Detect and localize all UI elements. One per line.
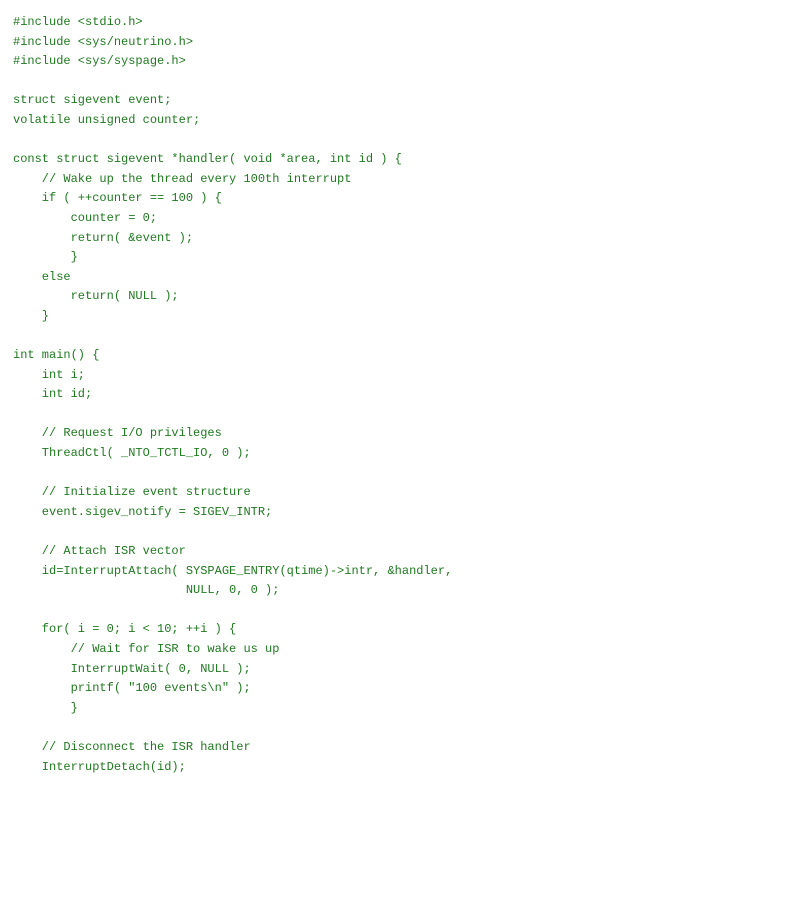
code-line-comment: // Wait for ISR to wake us up xyxy=(13,642,280,656)
code-line-interrupt-attach: id=InterruptAttach( SYSPAGE_ENTRY(qtime)… xyxy=(13,563,453,578)
code-line-interrupt-wait: InterruptWait( 0, NULL ); xyxy=(13,661,251,676)
code-line-counter-decl: volatile unsigned counter; xyxy=(13,112,201,127)
code-line-main-signature: int main() { xyxy=(13,348,100,363)
code-line-include-neutrino: #include <sys/neutrino.h> xyxy=(13,34,194,49)
code-line-close-brace: } xyxy=(13,700,78,715)
code-line-sigev-notify: event.sigev_notify = SIGEV_INTR; xyxy=(13,504,273,519)
code-line-printf: printf( "100 events\n" ); xyxy=(13,681,251,696)
code-line-event-decl: struct sigevent event; xyxy=(13,93,172,108)
code-line-comment: // Disconnect the ISR handler xyxy=(13,739,251,754)
code-line-include-syspage: #include <sys/syspage.h> xyxy=(13,54,186,69)
code-line-comment: // Initialize event structure xyxy=(13,485,251,500)
code-line-comment: // Wake up the thread every 100th interr… xyxy=(13,171,352,186)
code-line-include-stdio: #include <stdio.h> xyxy=(13,15,143,29)
code-line-threadctl: ThreadCtl( _NTO_TCTL_IO, 0 ); xyxy=(13,446,251,461)
code-line-return-null: return( NULL ); xyxy=(13,289,179,304)
code-line-comment: // Request I/O privileges xyxy=(13,426,222,441)
code-listing: #include <stdio.h> #include <sys/neutrino… xyxy=(13,13,452,797)
code-line-return-event: return( &event ); xyxy=(13,230,194,245)
code-line-interrupt-attach-args: NULL, 0, 0 ); xyxy=(13,583,280,598)
code-line-close-brace: } xyxy=(13,308,50,323)
code-line-if: if ( ++counter == 100 ) { xyxy=(13,191,222,206)
code-line-interrupt-detach: InterruptDetach(id); xyxy=(13,759,186,774)
code-line-else: else xyxy=(13,269,71,284)
code-line-close-brace: } xyxy=(13,250,78,265)
code-line-comment: // Attach ISR vector xyxy=(13,544,186,559)
code-line-handler-signature: const struct sigevent *handler( void *ar… xyxy=(13,152,402,167)
code-line-int-id: int id; xyxy=(13,387,93,402)
code-line-int-i: int i; xyxy=(13,367,86,382)
code-line-for-loop: for( i = 0; i < 10; ++i ) { xyxy=(13,622,237,637)
code-line-counter-reset: counter = 0; xyxy=(13,210,158,225)
